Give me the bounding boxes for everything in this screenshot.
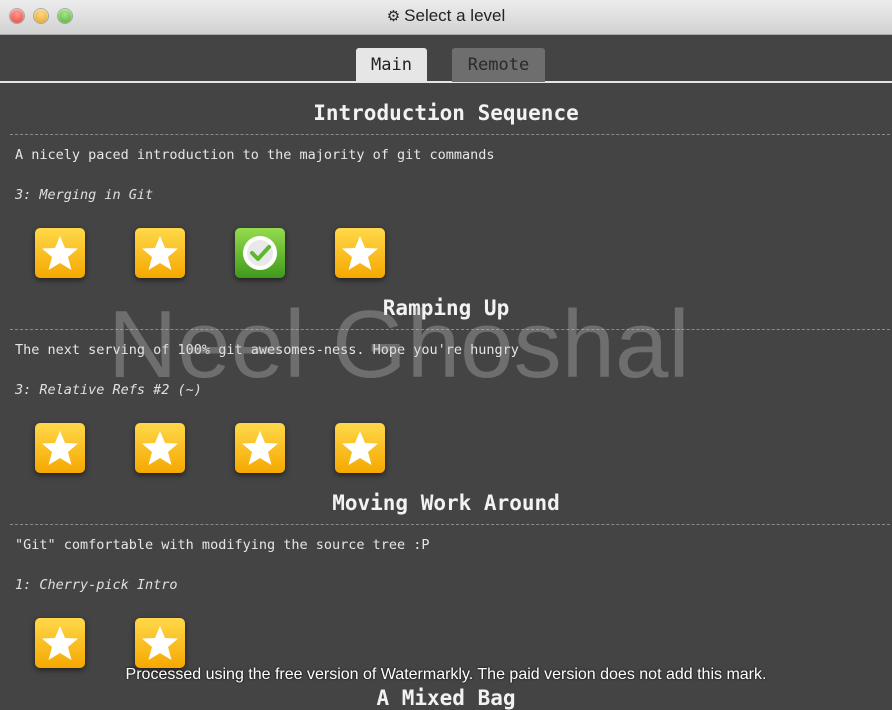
watermark-text: Neel Ghoshal — [108, 291, 690, 398]
level-button-ramping-4[interactable] — [335, 423, 385, 473]
section-title-mixed-bag: A Mixed Bag — [376, 686, 516, 710]
star-icon — [42, 431, 78, 465]
section-divider — [10, 134, 890, 135]
section-title-moving-work: Moving Work Around — [332, 491, 560, 515]
window-title: ⚙ Select a level — [0, 6, 892, 26]
watermark-notice: Processed using the free version of Wate… — [125, 666, 767, 683]
star-icon — [242, 431, 278, 465]
star-icon — [342, 431, 378, 465]
level-button-intro-1[interactable] — [35, 228, 85, 278]
tab-remote[interactable]: Remote — [452, 48, 545, 82]
level-button-intro-2[interactable] — [135, 228, 185, 278]
section-description: A nicely paced introduction to the major… — [15, 147, 495, 163]
star-icon — [42, 236, 78, 270]
section-divider — [10, 524, 890, 525]
level-button-intro-4[interactable] — [335, 228, 385, 278]
star-icon — [42, 626, 78, 660]
star-icon — [142, 431, 178, 465]
level-button-moving-1[interactable] — [35, 618, 85, 668]
level-button-intro-3[interactable] — [235, 228, 285, 278]
level-button-ramping-1[interactable] — [35, 423, 85, 473]
checkmark-icon — [243, 236, 277, 270]
section-title-introduction: Introduction Sequence — [313, 101, 579, 125]
star-icon — [142, 626, 178, 660]
level-button-ramping-3[interactable] — [235, 423, 285, 473]
level-button-moving-2[interactable] — [135, 618, 185, 668]
window-titlebar: ⚙ Select a level — [0, 0, 892, 35]
current-level-label: 3: Merging in Git — [15, 187, 154, 203]
window-title-text: Select a level — [404, 6, 506, 25]
current-level-label: 1: Cherry-pick Intro — [15, 577, 178, 593]
star-icon — [342, 236, 378, 270]
tab-main[interactable]: Main — [356, 48, 427, 82]
gear-icon: ⚙ — [386, 8, 401, 25]
level-button-ramping-2[interactable] — [135, 423, 185, 473]
section-description: "Git" comfortable with modifying the sou… — [15, 537, 430, 553]
star-icon — [142, 236, 178, 270]
level-tabs: Main Remote — [0, 35, 892, 83]
